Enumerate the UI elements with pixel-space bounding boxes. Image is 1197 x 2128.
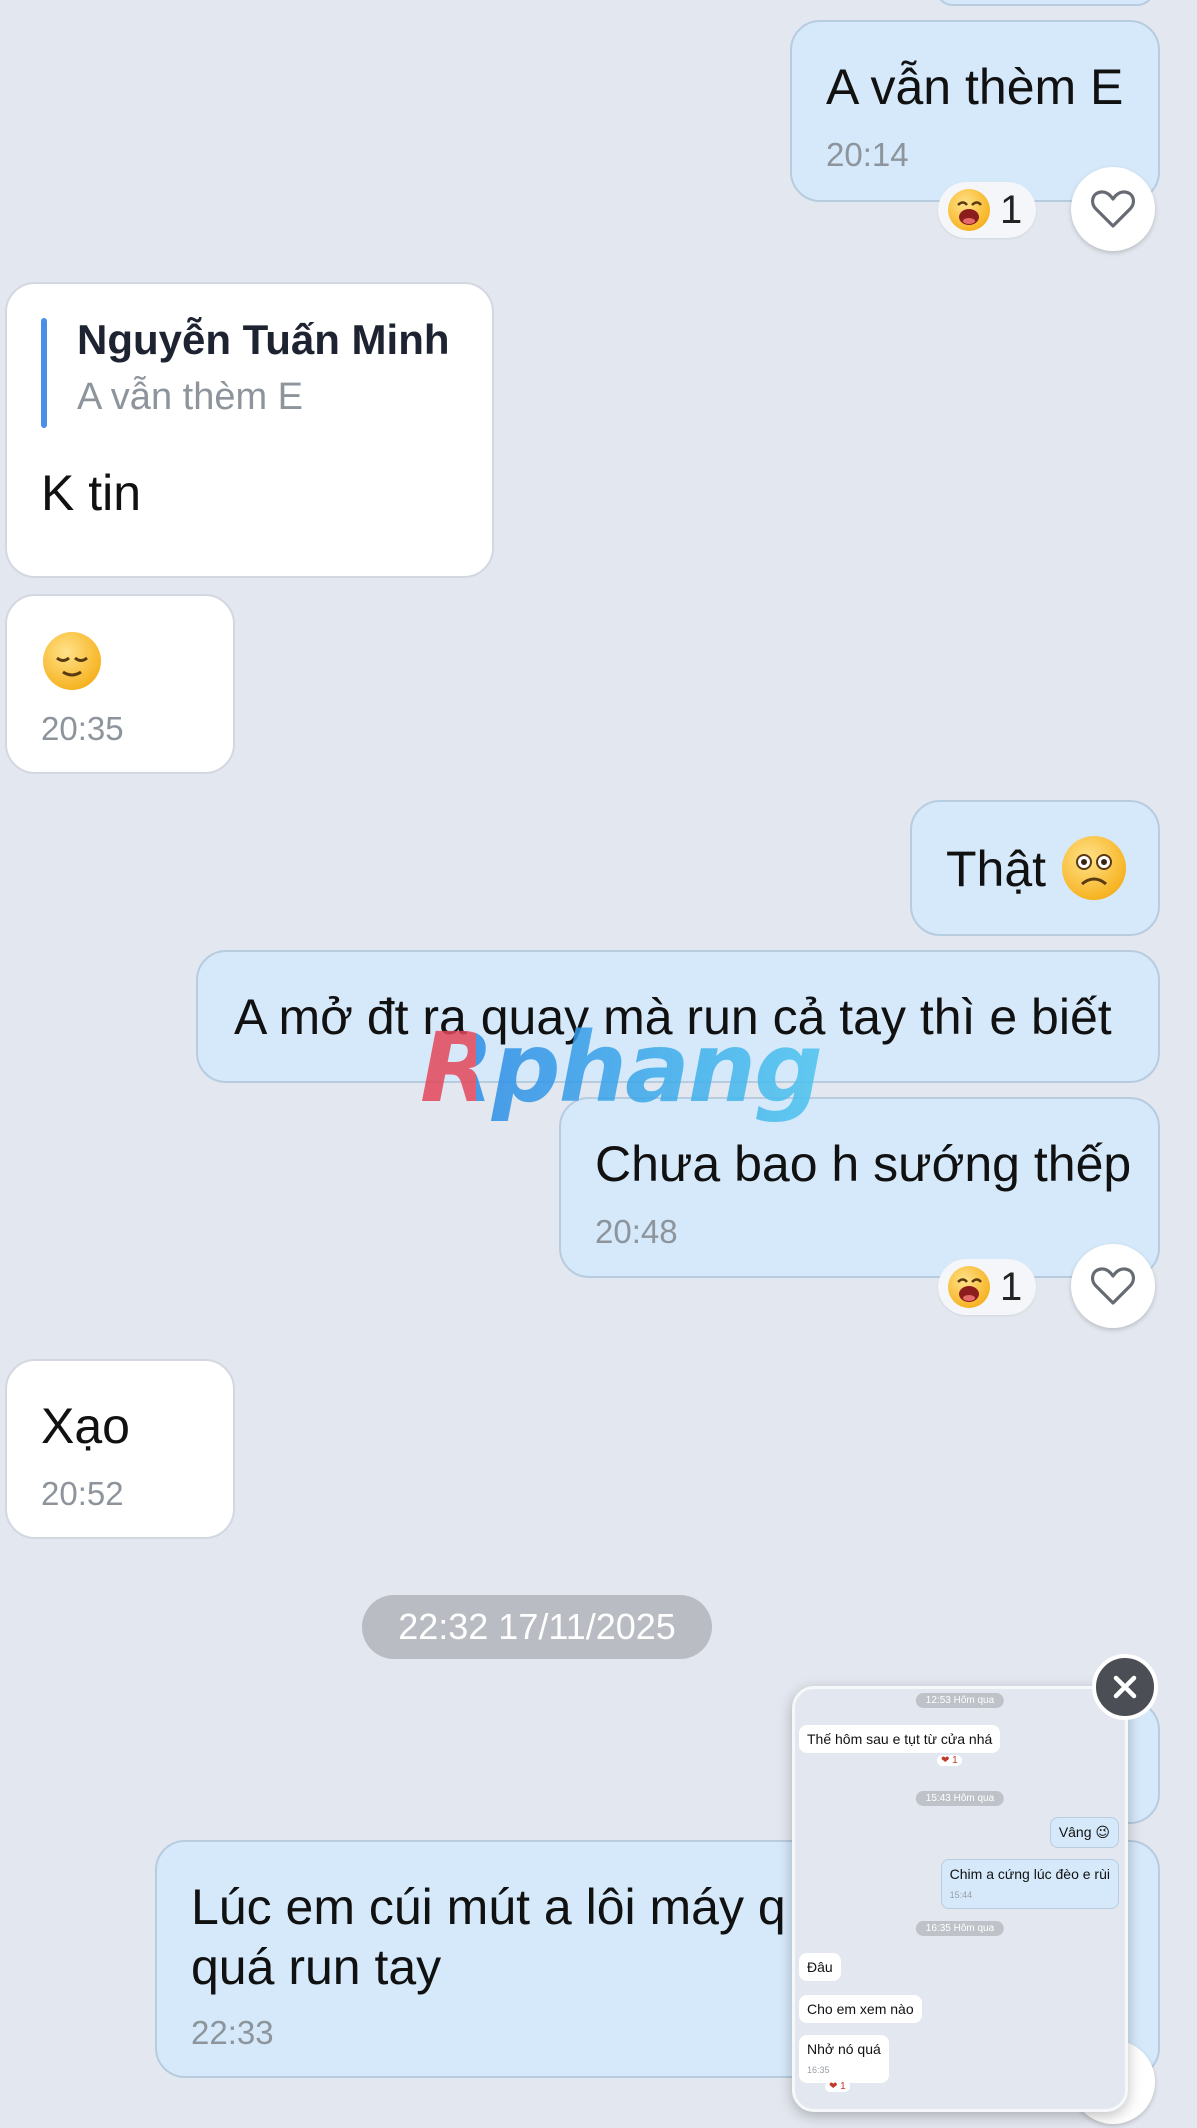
reaction-summary[interactable]: 1 xyxy=(938,182,1037,238)
preview-reaction: ❤ 1 xyxy=(937,1755,962,1766)
message-text: A vẫn thèm E xyxy=(826,59,1124,115)
heart-outline-icon xyxy=(1090,190,1136,228)
date-separator: 22:32 17/11/2025 xyxy=(362,1595,712,1659)
preview-message-time: 15:44 xyxy=(949,1890,973,1900)
preview-message-incoming: Thế hôm sau e tụt từ cửa nhá xyxy=(799,1725,1001,1753)
watermark-text: Rphang xyxy=(420,1012,823,1124)
reaction-count: 1 xyxy=(1000,1264,1023,1309)
reaction-count: 1 xyxy=(1000,187,1023,232)
heart-button[interactable] xyxy=(1071,167,1155,251)
preview-message-text: Thế hôm sau e tụt từ cửa nhá xyxy=(807,1731,993,1747)
preview-message-incoming: Nhở nó quá 16:35 xyxy=(799,2035,889,2083)
preview-message-text: Vâng 😉 xyxy=(1058,1824,1110,1840)
preview-message-outgoing: Chim a cứng lúc đèo e rùi 15:44 xyxy=(940,1859,1119,1909)
preview-reaction: ❤ 1 xyxy=(825,2081,850,2092)
preview-timestamp: 16:35 Hôm qua xyxy=(915,1921,1005,1936)
reply-quote-bar xyxy=(41,318,47,428)
preview-message-text: Chim a cứng lúc đèo e rùi xyxy=(949,1866,1110,1882)
preview-message-incoming: Cho em xem nào xyxy=(799,1995,922,2023)
video-preview-thumbnail[interactable]: 12:53 Hôm qua Thế hôm sau e tụt từ cửa n… xyxy=(792,1686,1128,2112)
message-time: 20:14 xyxy=(826,136,909,173)
reply-quote-author: Nguyễn Tuấn Minh xyxy=(77,316,450,363)
message-bubble-incoming[interactable]: 20:35 xyxy=(5,594,235,774)
preview-message-time: 16:35 xyxy=(807,2065,830,2075)
message-text: Xạo xyxy=(41,1398,130,1454)
message-bubble-incoming[interactable]: Xạo 20:52 xyxy=(5,1359,235,1539)
message-text-line-2: quá run tay xyxy=(191,1939,442,1995)
heart-button[interactable] xyxy=(1071,1244,1155,1328)
partial-message-bubble[interactable] xyxy=(935,0,1155,6)
message-text-line-1: Lúc em cúi mút a lôi máy q xyxy=(191,1879,786,1935)
laughing-face-icon xyxy=(948,189,990,231)
preview-timestamp: 15:43 Hôm qua xyxy=(915,1791,1005,1806)
message-bubble-incoming-reply[interactable]: Nguyễn Tuấn Minh A vẫn thèm E K tin xyxy=(5,282,494,578)
reaction-summary[interactable]: 1 xyxy=(938,1259,1037,1315)
message-time: 20:48 xyxy=(595,1213,678,1250)
message-text: Thật xyxy=(946,841,1047,897)
message-time: 20:35 xyxy=(41,710,124,747)
preview-message-text: Đâu xyxy=(807,1959,833,1975)
close-icon xyxy=(1113,1675,1137,1699)
preview-timestamp: 12:53 Hôm qua xyxy=(915,1693,1005,1708)
close-button[interactable] xyxy=(1092,1654,1158,1720)
message-text: K tin xyxy=(41,465,142,521)
message-bubble-outgoing[interactable]: Thật xyxy=(910,800,1160,936)
preview-message-text: Nhở nó quá xyxy=(807,2041,881,2057)
heart-outline-icon xyxy=(1090,1267,1136,1305)
watermark-logo: Rphang xyxy=(420,1012,823,1124)
laughing-face-icon xyxy=(948,1266,990,1308)
message-time: 22:33 xyxy=(191,2014,274,2051)
message-text: Chưa bao h sướng thếp xyxy=(595,1136,1132,1192)
preview-message-outgoing: Vâng 😉 xyxy=(1049,1817,1119,1848)
preview-message-text: Cho em xem nào xyxy=(807,2001,914,2017)
reply-quote-text: A vẫn thèm E xyxy=(77,376,304,418)
message-bubble-outgoing[interactable]: Chưa bao h sướng thếp 20:48 xyxy=(559,1097,1160,1278)
frowning-face-icon xyxy=(1062,836,1126,900)
message-time: 20:52 xyxy=(41,1475,124,1512)
preview-message-incoming: Đâu xyxy=(799,1953,841,1981)
relieved-face-icon xyxy=(43,632,101,690)
